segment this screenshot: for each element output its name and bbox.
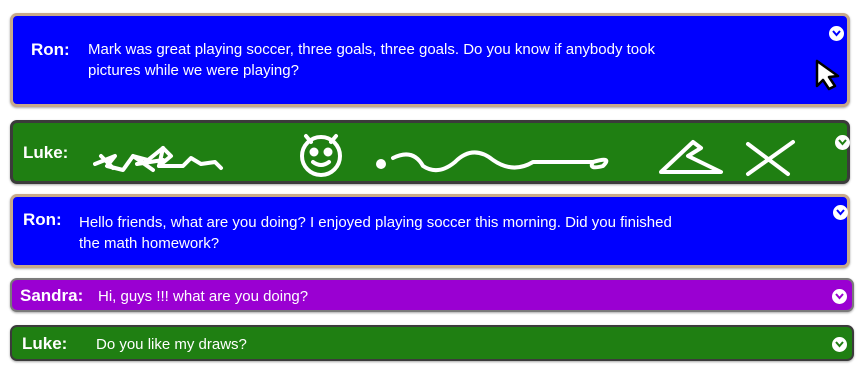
sender-name: Sandra: [20,286,84,305]
sender-name: Ron: [31,40,70,59]
sender-name: Luke: [23,143,69,162]
chat-message: Sandra: Hi, guys !!! what are you doing? [10,278,854,312]
cursor-arrow-icon [815,59,840,91]
sender-name: Ron: [23,210,62,229]
chat-message: Ron: Mark was great playing soccer, thre… [10,13,850,107]
chevron-down-icon[interactable] [833,205,848,220]
chat-message: Ron: Hello friends, what are you doing? … [10,194,850,268]
message-text: Do you like my draws? [96,336,247,353]
chevron-down-icon[interactable] [832,289,847,304]
chat-message: Luke: Do you like my draws? [10,325,854,361]
message-text-line-2: pictures while we were playing? [88,62,299,79]
chevron-down-icon[interactable] [832,337,847,352]
chevron-down-icon[interactable] [829,26,844,41]
message-text-line-1: Hello friends, what are you doing? I enj… [79,214,672,231]
message-text-line-2: the math homework? [79,235,220,252]
chevron-down-icon[interactable] [835,135,850,150]
sender-name: Luke: [22,334,68,353]
drawing-image [93,134,795,177]
message-text: Hi, guys !!! what are you doing? [98,288,309,305]
message-text-line-1: Mark was great playing soccer, three goa… [88,41,655,58]
chat-message: Luke: [10,120,850,184]
